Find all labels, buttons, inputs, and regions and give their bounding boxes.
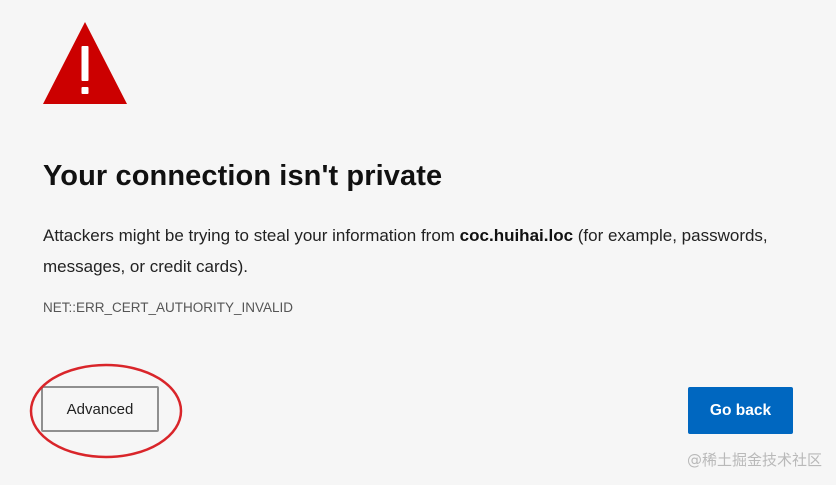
error-code: NET::ERR_CERT_AUTHORITY_INVALID <box>43 300 294 315</box>
page-title: Your connection isn't private <box>43 160 443 192</box>
site-hostname: coc.huihai.loc <box>459 226 574 245</box>
warning-icon <box>43 22 127 104</box>
message-text-before: Attackers might be trying to steal your … <box>43 226 460 245</box>
go-back-button[interactable]: Go back <box>688 387 793 434</box>
advanced-button[interactable]: Advanced <box>41 386 159 432</box>
watermark: @稀土掘金技术社区 <box>686 451 822 469</box>
error-message: Attackers might be trying to steal your … <box>43 220 813 282</box>
